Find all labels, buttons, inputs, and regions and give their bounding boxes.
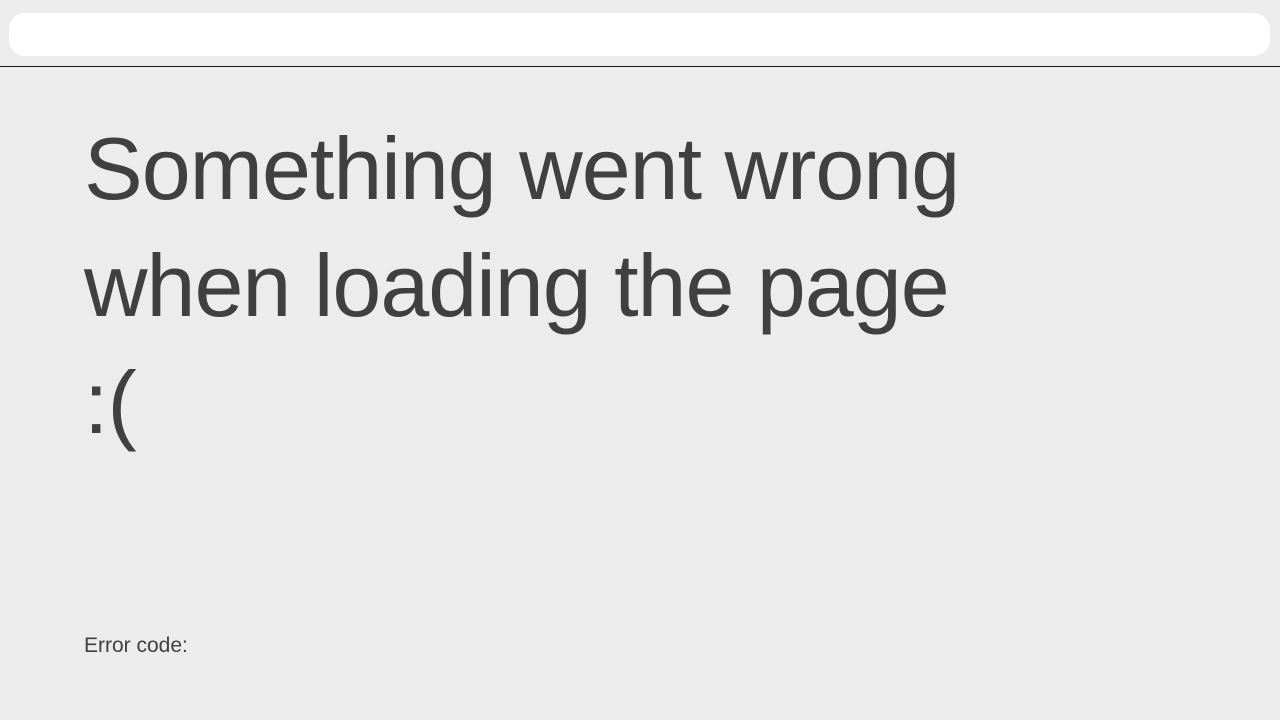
error-content: Something went wrong when loading the pa… [84,110,984,461]
error-title: Something went wrong when loading the pa… [84,119,960,452]
error-code-line: Error code: [84,632,192,660]
error-code-label: Error code: [84,634,188,657]
address-bar-input[interactable] [9,13,1270,56]
browser-toolbar [0,0,1280,67]
